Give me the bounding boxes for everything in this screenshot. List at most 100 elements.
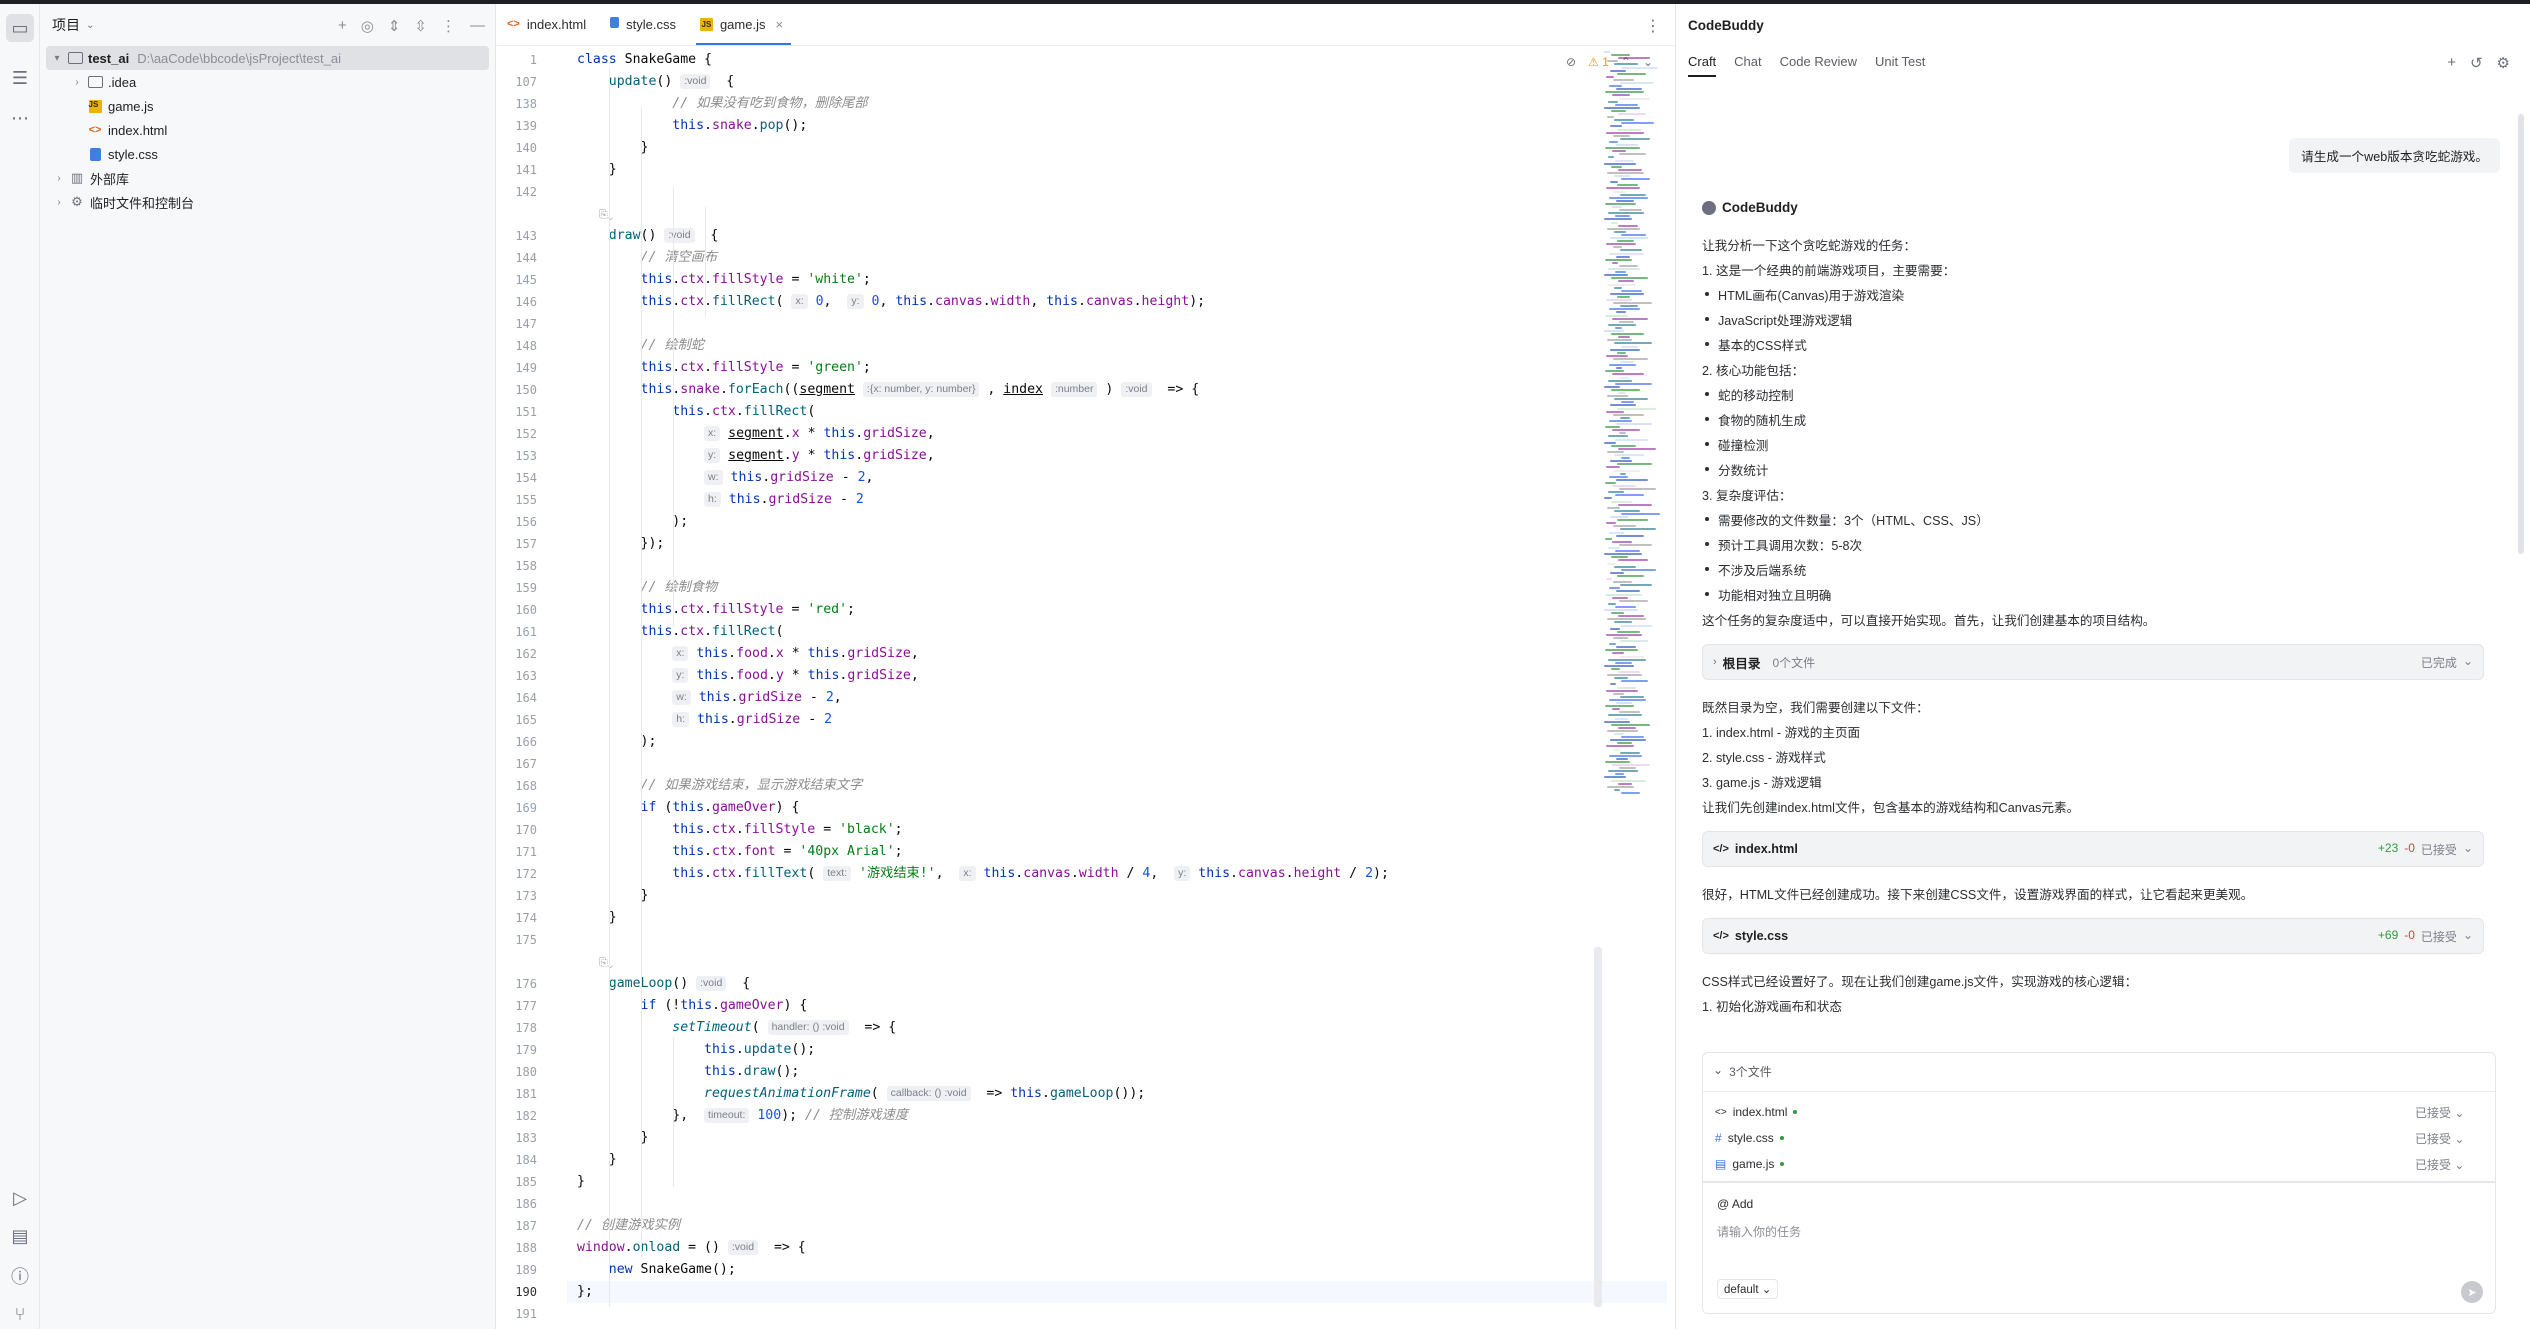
chevron-down-icon[interactable]: ⌄ bbox=[86, 20, 94, 31]
root-dir-card[interactable]: › 根目录 0个文件 已完成 ⌄ bbox=[1702, 644, 2484, 680]
expand-all-icon[interactable]: ⇕ bbox=[388, 17, 401, 35]
tree-item-indexhtml[interactable]: <> index.html bbox=[40, 118, 495, 142]
tree-item-idea[interactable]: › .idea bbox=[40, 70, 495, 94]
code-line[interactable]: // 清空画布 bbox=[577, 247, 718, 269]
tab-style-css[interactable]: style.css bbox=[600, 3, 690, 45]
code-line[interactable]: window.onload = () :void => { bbox=[577, 1237, 806, 1259]
code-line[interactable]: // 如果没有吃到食物，删除尾部 bbox=[577, 93, 867, 115]
code-line[interactable]: } bbox=[577, 885, 649, 907]
code-line[interactable]: // 绘制食物 bbox=[577, 577, 718, 599]
add-icon[interactable]: + bbox=[2447, 54, 2456, 72]
code-line[interactable]: h: this.gridSize - 2 bbox=[577, 489, 864, 511]
code-line[interactable]: }, timeout: 100); // 控制游戏速度 bbox=[577, 1105, 908, 1127]
send-icon[interactable]: ➤ bbox=[2461, 1281, 2483, 1303]
code-line[interactable]: ); bbox=[577, 511, 688, 533]
code-line[interactable]: // 如果游戏结束，显示游戏结束文字 bbox=[577, 775, 863, 797]
code-line[interactable]: class SnakeGame { bbox=[577, 49, 712, 71]
code-line[interactable]: this.ctx.font = '40px Arial'; bbox=[577, 841, 902, 863]
code-line[interactable]: this.ctx.fillStyle = 'black'; bbox=[577, 819, 902, 841]
git-icon[interactable]: ⑂ bbox=[6, 1300, 34, 1328]
run-icon[interactable]: ▷ bbox=[6, 1184, 34, 1212]
code-line[interactable]: // 创建游戏实例 bbox=[577, 1215, 680, 1237]
project-folder-icon[interactable]: ▭ bbox=[6, 14, 34, 42]
tab-chat[interactable]: Chat bbox=[1734, 54, 1761, 77]
changed-file-row[interactable]: <> index.html 已接受 ⌄ bbox=[1715, 1105, 2464, 1120]
tab-code-review[interactable]: Code Review bbox=[1780, 54, 1857, 77]
code-line[interactable]: this.ctx.fillText( text: '游戏结束!', x: thi… bbox=[577, 863, 1389, 885]
card-status[interactable]: 已接受 bbox=[2421, 928, 2457, 945]
code-area[interactable]: ⊘ ⚠ 1 ⌃ ⌄ 1 107 138 139 140 141 142 143 144 145 14… bbox=[497, 47, 1675, 1329]
mode-select[interactable]: default ⌄ bbox=[1717, 1279, 1779, 1299]
css-file-card[interactable]: </> style.css +69 -0 已接受 ⌄ bbox=[1702, 918, 2484, 954]
chevron-right-icon[interactable]: › bbox=[52, 197, 66, 208]
code-line[interactable]: } bbox=[577, 1127, 649, 1149]
assistant-scrollbar[interactable] bbox=[2518, 114, 2524, 554]
code-line[interactable]: w: this.gridSize - 2, bbox=[577, 687, 842, 709]
code-line[interactable]: this.draw(); bbox=[577, 1061, 799, 1083]
code-line[interactable]: y: segment.y * this.gridSize, bbox=[577, 445, 935, 467]
tree-item-external-libs[interactable]: › ▥ 外部库 bbox=[40, 166, 495, 190]
code-lens-icon[interactable]: ⎘⌄ bbox=[599, 957, 613, 970]
code-line[interactable]: }); bbox=[577, 533, 665, 555]
tab-game-js[interactable]: JS game.js × bbox=[690, 3, 797, 45]
tree-item-scratches[interactable]: › ⚙ 临时文件和控制台 bbox=[40, 190, 495, 214]
code-minimap[interactable] bbox=[1602, 47, 1674, 827]
code-line[interactable]: this.ctx.fillRect( x: 0, y: 0, this.canv… bbox=[577, 291, 1205, 313]
files-header[interactable]: ⌄ 3个文件 bbox=[1713, 1063, 1772, 1080]
code-line[interactable]: this.snake.forEach((segment :{x: number,… bbox=[577, 379, 1199, 401]
tree-item-stylecss[interactable]: style.css bbox=[40, 142, 495, 166]
tab-options-icon[interactable]: ⋮ bbox=[1645, 16, 1661, 36]
structure-icon[interactable]: ☰ bbox=[6, 64, 34, 92]
code-line[interactable]: y: this.food.y * this.gridSize, bbox=[577, 665, 919, 687]
code-line[interactable]: w: this.gridSize - 2, bbox=[577, 467, 873, 489]
problems-icon[interactable]: ⓘ bbox=[6, 1262, 34, 1290]
code-line[interactable]: if (this.gameOver) { bbox=[577, 797, 800, 819]
collapse-all-icon[interactable]: ⇳ bbox=[414, 17, 427, 35]
chevron-right-icon[interactable]: › bbox=[52, 173, 66, 184]
code-line[interactable]: } bbox=[577, 907, 617, 929]
editor-scrollbar[interactable] bbox=[1594, 947, 1602, 1307]
task-input-box[interactable]: @ Add 请输入你的任务 default ⌄ ➤ bbox=[1702, 1182, 2496, 1314]
code-line[interactable]: x: this.food.x * this.gridSize, bbox=[577, 643, 919, 665]
code-line[interactable]: this.ctx.fillStyle = 'green'; bbox=[577, 357, 871, 379]
gear-icon[interactable]: ⚙ bbox=[2497, 54, 2510, 72]
hide-icon[interactable]: — bbox=[470, 17, 485, 35]
card-status[interactable]: 已接受 bbox=[2421, 841, 2457, 858]
changed-file-row[interactable]: ▤ game.js 已接受 ⌄ bbox=[1715, 1157, 2464, 1172]
code-line[interactable]: } bbox=[577, 137, 649, 159]
add-icon[interactable]: + bbox=[338, 17, 347, 35]
tree-root[interactable]: ▾ test_ai D:\aaCode\bbcode\jsProject\tes… bbox=[46, 46, 489, 70]
history-icon[interactable]: ↺ bbox=[2470, 54, 2483, 72]
code-line[interactable]: this.ctx.fillStyle = 'red'; bbox=[577, 599, 855, 621]
task-input[interactable]: 请输入你的任务 bbox=[1717, 1223, 1801, 1240]
code-line[interactable]: }; bbox=[577, 1281, 593, 1303]
code-line[interactable]: this.update(); bbox=[577, 1039, 815, 1061]
code-line[interactable]: this.ctx.fillStyle = 'white'; bbox=[577, 269, 871, 291]
code-line[interactable]: h: this.gridSize - 2 bbox=[577, 709, 832, 731]
code-line[interactable]: requestAnimationFrame( callback: () :voi… bbox=[577, 1083, 1145, 1105]
close-icon[interactable]: × bbox=[775, 17, 783, 32]
terminal-icon[interactable]: ▤ bbox=[6, 1222, 34, 1250]
code-line[interactable]: } bbox=[577, 1149, 617, 1171]
code-line[interactable]: this.ctx.fillRect( bbox=[577, 621, 784, 643]
locate-icon[interactable]: ◎ bbox=[361, 17, 374, 35]
code-line[interactable]: setTimeout( handler: () :void => { bbox=[577, 1017, 896, 1039]
code-lens-icon[interactable]: ⎘⌄ bbox=[599, 209, 613, 222]
chevron-down-icon[interactable]: ▾ bbox=[50, 53, 64, 64]
code-lines[interactable]: class SnakeGame { update() :void { // 如果… bbox=[567, 47, 1667, 1329]
code-line[interactable]: this.snake.pop(); bbox=[577, 115, 807, 137]
tab-craft[interactable]: Craft bbox=[1688, 54, 1717, 77]
code-line[interactable]: new SnakeGame(); bbox=[577, 1259, 736, 1281]
code-line[interactable]: update() :void { bbox=[577, 71, 734, 93]
tab-unit-test[interactable]: Unit Test bbox=[1875, 54, 1925, 77]
tab-index-html[interactable]: <> index.html bbox=[497, 3, 600, 45]
code-line[interactable]: x: segment.x * this.gridSize, bbox=[577, 423, 935, 445]
code-line[interactable]: ); bbox=[577, 731, 657, 753]
html-file-card[interactable]: </> index.html +23 -0 已接受 ⌄ bbox=[1702, 831, 2484, 867]
chevron-down-icon[interactable]: ⌄ bbox=[2463, 841, 2473, 858]
changed-file-row[interactable]: # style.css 已接受 ⌄ bbox=[1715, 1131, 2464, 1146]
code-line[interactable]: } bbox=[577, 1171, 585, 1193]
add-context-button[interactable]: @ Add bbox=[1717, 1197, 1753, 1211]
options-icon[interactable]: ⋮ bbox=[441, 17, 456, 35]
code-line[interactable]: draw() :void { bbox=[577, 225, 718, 247]
